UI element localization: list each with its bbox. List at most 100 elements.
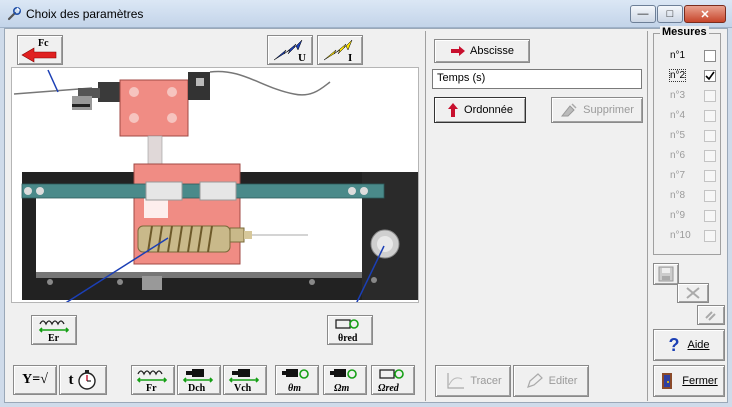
mesure-checkbox[interactable]: [704, 210, 716, 222]
fermer-label: Fermer: [682, 375, 718, 387]
edit-pencil-icon: [526, 373, 543, 388]
mesure-label: n°9: [670, 210, 686, 221]
mesure-item-6[interactable]: n°6: [666, 148, 716, 164]
editer-label: Editer: [548, 375, 578, 387]
supprimer-button[interactable]: Supprimer: [551, 97, 643, 123]
mesure-checkbox[interactable]: [704, 230, 716, 242]
mesures-legend: Mesures: [660, 26, 709, 38]
reducer-rotation-icon: Ωred: [378, 369, 404, 394]
mesure-item-7[interactable]: n°7: [666, 168, 716, 184]
ordonnee-button[interactable]: Ordonnée: [434, 97, 526, 123]
fc-label: Fc: [38, 38, 49, 49]
mesure-checkbox[interactable]: [704, 150, 716, 162]
help-question-icon: ?: [668, 334, 680, 355]
vch-button[interactable]: Vch: [223, 365, 267, 395]
ordonnee-label: Ordonnée: [464, 104, 513, 116]
mesure-item-4[interactable]: n°4: [666, 108, 716, 124]
mesure-item-8[interactable]: n°8: [666, 188, 716, 204]
mesure-label: n°6: [670, 150, 686, 161]
formula-button[interactable]: Y=√: [13, 365, 57, 395]
close-button[interactable]: ✕: [684, 5, 726, 23]
window-title: Choix des paramètres: [26, 7, 144, 21]
motor-icon: Dch: [182, 369, 214, 394]
vch-label: Vch: [234, 383, 252, 394]
title-bar: Choix des paramètres — □ ✕: [0, 0, 732, 28]
minimize-button[interactable]: —: [630, 5, 656, 23]
abscisse-button[interactable]: Abscisse: [434, 39, 530, 63]
checkmark-icon: [705, 71, 715, 81]
omega-m-label: Ωm: [334, 383, 349, 394]
clear-button[interactable]: [677, 283, 709, 303]
aide-label: Aide: [687, 339, 710, 351]
mesure-item-9[interactable]: n°9: [666, 208, 716, 224]
i-label: I: [348, 52, 352, 64]
save-button[interactable]: [653, 263, 679, 285]
time-button[interactable]: t: [59, 365, 107, 395]
mechanism-schematic: [11, 67, 419, 303]
vertical-separator: [425, 31, 426, 401]
theta-m-button[interactable]: θm: [275, 365, 319, 395]
editer-button[interactable]: Editer: [513, 365, 589, 397]
mesure-item-10[interactable]: n°10: [666, 228, 716, 244]
supprimer-label: Supprimer: [583, 104, 634, 116]
theta-red-label: θred: [338, 333, 358, 344]
link-button[interactable]: [697, 305, 725, 325]
fr-label: Fr: [146, 383, 157, 394]
reducer-rotation-icon: θred: [335, 319, 359, 344]
spring-icon: Fr: [136, 370, 168, 394]
link-chain-icon: [705, 311, 716, 321]
i-button[interactable]: I: [317, 35, 363, 65]
mesure-checkbox[interactable]: [704, 130, 716, 142]
aide-button[interactable]: ? Aide: [653, 329, 725, 361]
mesure-label: n°7: [670, 170, 686, 181]
dch-button[interactable]: Dch: [177, 365, 221, 395]
er-label: Er: [48, 333, 60, 344]
mesure-label: n°2: [668, 69, 687, 82]
delete-x-icon: [686, 287, 700, 299]
mesure-checkbox[interactable]: [704, 110, 716, 122]
mesure-label: n°4: [670, 110, 686, 121]
omega-m-button[interactable]: Ωm: [323, 365, 367, 395]
mesure-checkbox[interactable]: [704, 170, 716, 182]
mesure-item-1[interactable]: n°1: [666, 48, 716, 64]
u-button[interactable]: U: [267, 35, 313, 65]
minimize-icon: —: [637, 8, 649, 20]
mesure-checkbox[interactable]: [704, 70, 716, 82]
right-red-arrow-icon: [450, 46, 465, 56]
mesure-checkbox[interactable]: [704, 190, 716, 202]
omega-red-label: Ωred: [378, 383, 400, 394]
mesure-item-2[interactable]: n°2: [666, 68, 716, 84]
omega-red-button[interactable]: Ωred: [371, 365, 415, 395]
theta-m-label: θm: [288, 383, 301, 394]
up-red-arrow-icon: [448, 103, 459, 117]
floppy-disk-icon: [658, 266, 674, 282]
mesure-label: n°1: [670, 50, 686, 61]
fc-button[interactable]: Fc: [17, 35, 63, 65]
mesure-label: n°5: [670, 130, 686, 141]
abscisse-field[interactable]: Temps (s): [432, 69, 642, 89]
abscisse-value: Temps (s): [437, 72, 486, 84]
u-label: U: [298, 52, 306, 64]
fermer-button[interactable]: Fermer: [653, 365, 725, 397]
formula-label: Y=√: [22, 372, 48, 387]
yellow-lightning-arrow-icon: I: [323, 39, 352, 64]
blue-lightning-arrow-icon: U: [273, 39, 306, 64]
mesure-item-3[interactable]: n°3: [666, 88, 716, 104]
vertical-separator: [647, 31, 648, 401]
dch-label: Dch: [188, 383, 206, 394]
mesure-item-5[interactable]: n°5: [666, 128, 716, 144]
motor-rotation-icon: θm: [282, 369, 309, 394]
mesure-checkbox[interactable]: [704, 50, 716, 62]
spring-icon: Er: [38, 320, 70, 344]
er-button[interactable]: Er: [31, 315, 77, 345]
tracer-button[interactable]: Tracer: [435, 365, 511, 397]
mesure-label: n°10: [670, 230, 691, 241]
fr-button[interactable]: Fr: [131, 365, 175, 395]
mesure-checkbox[interactable]: [704, 90, 716, 102]
mesure-label: n°3: [670, 90, 686, 101]
mesures-group: Mesures n°1 n°2 n°3 n°4 n°5 n°6 n°7 n°8 …: [653, 26, 721, 255]
motor-icon: Vch: [228, 369, 260, 394]
tracer-label: Tracer: [470, 375, 502, 387]
maximize-button[interactable]: □: [657, 5, 683, 23]
theta-red-button[interactable]: θred: [327, 315, 373, 345]
